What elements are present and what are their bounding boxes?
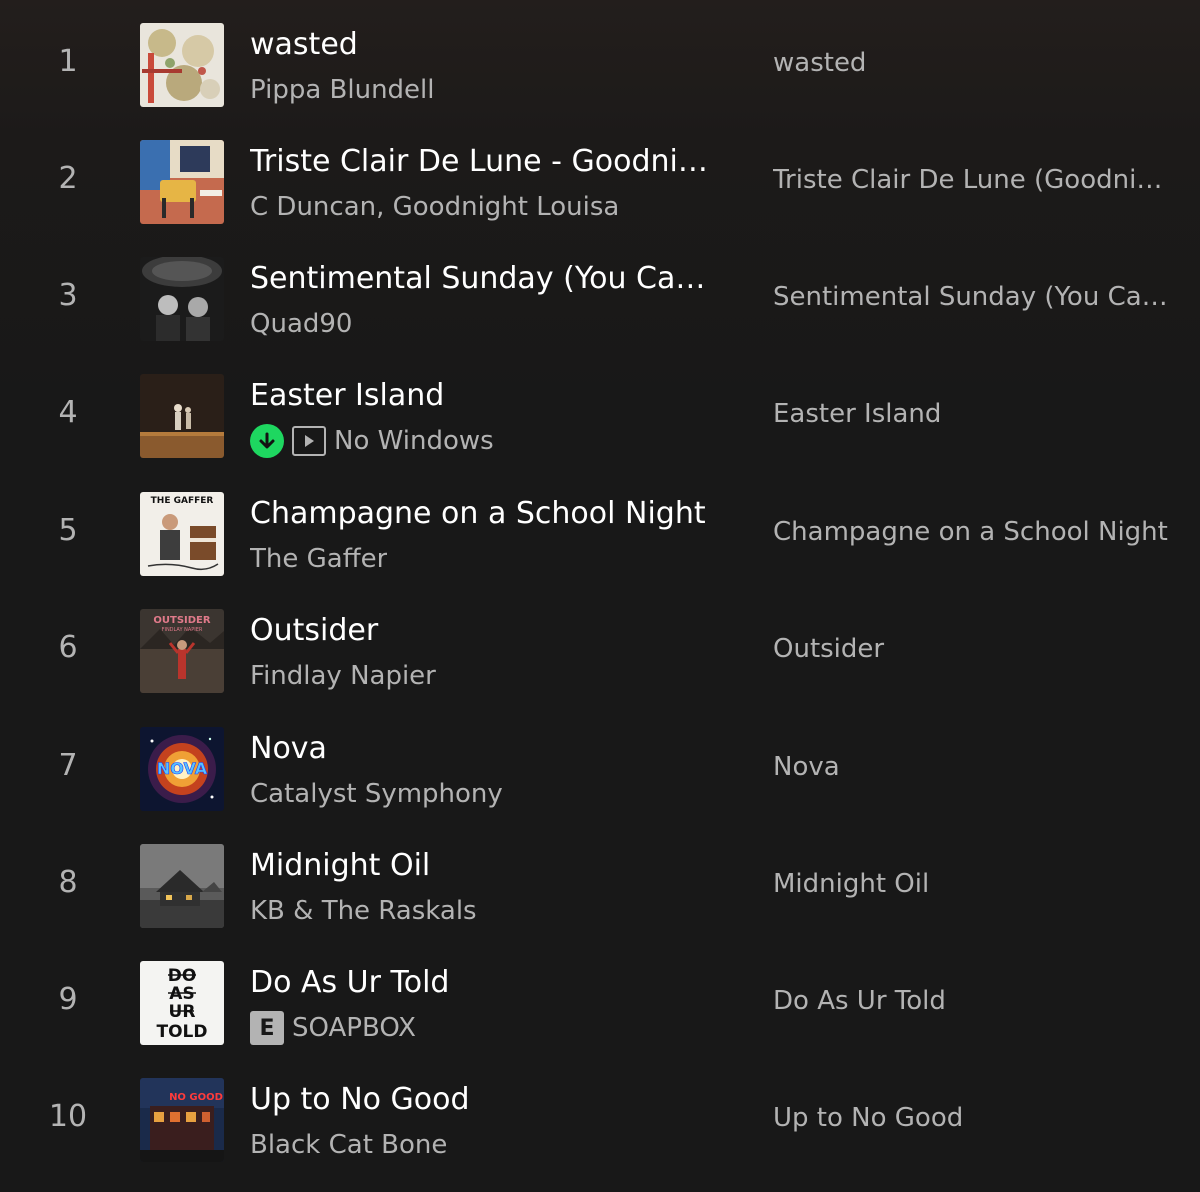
track-title[interactable]: Champagne on a School Night: [250, 494, 720, 534]
track-subline: The Gaffer: [250, 540, 720, 578]
track-row[interactable]: 7 NOVA Nova Catalyst Symphony Nova: [0, 707, 1200, 824]
track-number: 9: [58, 982, 78, 1017]
track-row[interactable]: 8 Midnight Oil KB & The Raskals Midnight…: [0, 824, 1200, 941]
track-artist[interactable]: Black Cat Bone: [250, 1130, 447, 1160]
track-album[interactable]: Midnight Oil: [773, 864, 1168, 904]
track-album[interactable]: Triste Clair De Lune (Goodnight Louisa): [773, 160, 1168, 200]
track-row[interactable]: 5 THE GAFFER Champagne on a School Night…: [0, 472, 1200, 589]
cover-art-outsider: OUTSIDER FINDLAY NAPIER: [140, 609, 224, 693]
cover-art-wasted: [140, 23, 224, 107]
track-album[interactable]: Champagne on a School Night: [773, 512, 1168, 552]
cover-text-the-gaffer: THE GAFFER: [151, 496, 214, 506]
cover-text-outsider: OUTSIDER: [153, 615, 210, 626]
track-artist[interactable]: KB & The Raskals: [250, 896, 477, 926]
track-artist[interactable]: Catalyst Symphony: [250, 779, 503, 809]
download-arrow-icon: [250, 424, 284, 458]
track-row[interactable]: 4 Easter Island No Windows Easter Island: [0, 354, 1200, 471]
track-artist[interactable]: C Duncan, Goodnight Louisa: [250, 192, 619, 222]
track-artist[interactable]: The Gaffer: [250, 544, 387, 574]
cover-art-easter-island: [140, 374, 224, 458]
track-row[interactable]: 10 NO GOOD Up to No Good Black Cat Bone …: [0, 1058, 1200, 1175]
track-row[interactable]: 3 Sentimental Sunday (You Can't Hurry Lo…: [0, 237, 1200, 354]
track-title[interactable]: Triste Clair De Lune - Goodnight Louisa: [250, 142, 720, 182]
track-album[interactable]: Up to No Good: [773, 1098, 1168, 1138]
track-album[interactable]: Outsider: [773, 629, 1168, 669]
track-number: 7: [58, 748, 78, 783]
track-subline: KB & The Raskals: [250, 892, 720, 930]
track-row[interactable]: 6 OUTSIDER FINDLAY NAPIER Outsider Findl…: [0, 589, 1200, 706]
video-play-icon: [292, 426, 326, 456]
track-row[interactable]: 1 wasted Pippa Blundell wasted: [0, 3, 1200, 120]
cover-art-up-to-no-good: NO GOOD: [140, 1078, 224, 1162]
track-subline: Black Cat Bone: [250, 1126, 720, 1164]
track-album[interactable]: wasted: [773, 43, 1168, 83]
cover-text-ur: UR: [169, 1002, 196, 1022]
track-subline: Catalyst Symphony: [250, 775, 720, 813]
track-title[interactable]: Outsider: [250, 611, 720, 651]
track-number: 1: [58, 44, 78, 79]
cover-art-triste-clair-de-lune: [140, 140, 224, 224]
cover-art-sentimental-sunday: [140, 257, 224, 341]
cover-text-no-good: NO GOOD: [169, 1092, 223, 1103]
track-number: 2: [58, 161, 78, 196]
track-number: 10: [48, 1099, 88, 1134]
track-number: 4: [58, 395, 78, 430]
track-number: 6: [58, 630, 78, 665]
track-album[interactable]: Nova: [773, 747, 1168, 787]
track-subline: C Duncan, Goodnight Louisa: [250, 188, 720, 226]
track-subline: Findlay Napier: [250, 657, 720, 695]
track-number: 3: [58, 278, 78, 313]
track-list: 1 wasted Pippa Blundell wasted 2 Triste …: [0, 0, 1200, 1192]
track-artist[interactable]: Quad90: [250, 309, 352, 339]
track-number: 8: [58, 865, 78, 900]
cover-art-champagne: THE GAFFER: [140, 492, 224, 576]
track-artist[interactable]: Findlay Napier: [250, 661, 436, 691]
cover-art-nova: NOVA: [140, 727, 224, 811]
explicit-badge: E: [250, 1011, 284, 1045]
track-subline: Pippa Blundell: [250, 71, 720, 109]
cover-text-nova: NOVA: [157, 759, 208, 778]
track-title[interactable]: Midnight Oil: [250, 846, 720, 886]
cover-text-as: AS: [169, 984, 194, 1004]
cover-text-do: DO: [168, 966, 197, 986]
track-row[interactable]: 9 DO AS UR TOLD Do As Ur Told E SOAPBOX …: [0, 941, 1200, 1058]
track-number: 5: [58, 513, 78, 548]
track-album[interactable]: Easter Island: [773, 394, 1168, 434]
track-title[interactable]: Do As Ur Told: [250, 963, 720, 1003]
track-subline: No Windows: [250, 422, 720, 460]
track-subline: Quad90: [250, 305, 720, 343]
track-album[interactable]: Do As Ur Told: [773, 981, 1168, 1021]
track-title[interactable]: Sentimental Sunday (You Can't Hurry Love…: [250, 259, 720, 299]
track-album[interactable]: Sentimental Sunday (You Can't Hurry Love…: [773, 277, 1168, 317]
track-subline: E SOAPBOX: [250, 1009, 720, 1047]
track-title[interactable]: Up to No Good: [250, 1080, 720, 1120]
cover-text-told: TOLD: [157, 1022, 208, 1042]
cover-art-midnight-oil: [140, 844, 224, 928]
track-artist[interactable]: Pippa Blundell: [250, 75, 435, 105]
track-title[interactable]: wasted: [250, 25, 720, 65]
track-artist[interactable]: SOAPBOX: [292, 1013, 416, 1043]
track-row[interactable]: 2 Triste Clair De Lune - Goodnight Louis…: [0, 120, 1200, 237]
cover-art-do-as-ur-told: DO AS UR TOLD: [140, 961, 224, 1045]
track-artist[interactable]: No Windows: [334, 426, 494, 456]
track-title[interactable]: Easter Island: [250, 376, 720, 416]
track-title[interactable]: Nova: [250, 729, 720, 769]
cover-text-findlay-napier: FINDLAY NAPIER: [162, 627, 203, 633]
